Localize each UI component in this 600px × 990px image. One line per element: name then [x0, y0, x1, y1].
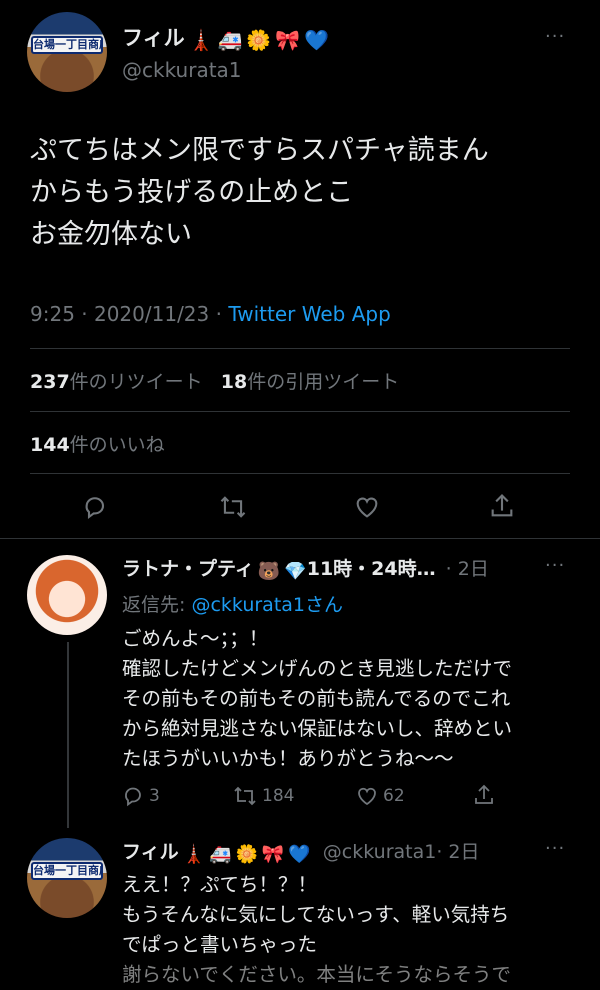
reply-icon[interactable]: [82, 493, 110, 521]
avatar-sign: 台場一丁目商店街: [31, 36, 103, 54]
reply-text-line: ごめんよ～；；！: [122, 627, 269, 650]
tweet-text: ぷてちはメン限ですらスパチャ読まん からもう投げるの止めとこ お金勿体ない: [30, 130, 489, 256]
reply-time[interactable]: · 2日: [436, 841, 479, 863]
reply-text-line: でぱっと書いちゃった: [122, 933, 318, 956]
tower-emoji-icon: 🗼: [188, 28, 214, 52]
display-name[interactable]: フィル: [122, 26, 185, 50]
avatar[interactable]: 台場一丁目商店街: [27, 12, 107, 92]
author-name-row[interactable]: フィル 🗼 🚑 🌼 🎀 💙: [122, 22, 329, 52]
tweet-stats: 237件のリツイート 18件の引用ツイート: [30, 367, 399, 394]
reply-to-suffix: さん: [305, 594, 344, 616]
ambulance-emoji-icon: 🚑: [209, 844, 232, 865]
retweet-count: 184: [262, 786, 295, 806]
tweet-source-link[interactable]: Twitter Web App: [228, 302, 390, 326]
retweets-stat[interactable]: 237件のリツイート: [30, 371, 203, 393]
bear-emoji-icon: 🐻: [257, 561, 281, 582]
user-handle[interactable]: @ckkurata1: [323, 841, 437, 863]
more-options-icon[interactable]: ···: [545, 555, 565, 576]
ribbon-emoji-icon: 🎀: [275, 28, 301, 52]
reply-text: ごめんよ～；；！ 確認したけどメンげんのとき見逃しただけで その前もその前もその…: [122, 624, 512, 774]
retweets-label: 件のリツイート: [69, 371, 203, 393]
ambulance-emoji-icon: 🚑: [217, 28, 243, 52]
tweet-text-line: からもう投げるの止めとこ: [30, 177, 354, 208]
display-name[interactable]: ラトナ・プティ: [122, 558, 254, 580]
tweet-text-line: お金勿体ない: [30, 219, 192, 250]
likes-label: 件のいいね: [69, 434, 165, 456]
gem-emoji-icon: 💎: [284, 561, 307, 582]
divider: [30, 473, 570, 474]
retweet-icon[interactable]: [232, 784, 258, 808]
more-options-icon[interactable]: ···: [545, 26, 565, 47]
more-options-icon[interactable]: ···: [545, 838, 565, 859]
display-name-tail: 11時・24時…: [306, 558, 436, 580]
reply-count: 3: [149, 786, 160, 806]
reply-time[interactable]: · 2日: [446, 558, 489, 580]
divider: [30, 348, 570, 349]
like-count: 62: [383, 786, 405, 806]
reply-text-line: 確認したけどメンげんのとき見逃しただけで: [122, 657, 513, 680]
tweet-meta: 9:25 · 2020/11/23 · Twitter Web App: [30, 302, 391, 326]
likes-count: 144: [30, 434, 70, 456]
tweet-timestamp[interactable]: 9:25 · 2020/11/23 ·: [30, 302, 228, 326]
quotes-stat[interactable]: 18件の引用ツイート: [221, 371, 399, 393]
reply-text-line: その前もその前もその前も読んでるのでこれ: [122, 687, 511, 710]
quotes-label: 件の引用ツイート: [247, 371, 400, 393]
divider: [30, 411, 570, 412]
reply-to-handle-link[interactable]: @ckkurata1: [191, 594, 305, 616]
tower-emoji-icon: 🗼: [182, 844, 206, 865]
blue-heart-emoji-icon: 💙: [288, 844, 311, 865]
ribbon-emoji-icon: 🎀: [261, 844, 285, 865]
avatar[interactable]: 台場一丁目商店街: [27, 838, 107, 918]
blue-heart-emoji-icon: 💙: [304, 28, 330, 52]
share-icon[interactable]: [488, 492, 516, 520]
like-icon[interactable]: [353, 493, 381, 521]
flower-emoji-icon: 🌼: [235, 844, 258, 865]
section-divider: [0, 538, 600, 539]
reply-text-line: ええ！？ぷてち！？！: [122, 873, 318, 896]
flower-emoji-icon: 🌼: [246, 28, 272, 52]
reply-to-prefix: 返信先:: [122, 594, 192, 616]
retweet-icon[interactable]: [218, 493, 248, 521]
thread-line: [67, 642, 69, 828]
author-name-row[interactable]: ラトナ・プティ 🐻 💎11時・24時… · 2日: [122, 554, 489, 582]
reply-text: ええ！？ぷてち！？！ もうそんなに気にしてないっす、軽い気持ち でぱっと書いちゃ…: [122, 870, 511, 990]
retweets-count: 237: [30, 371, 70, 393]
reply-text-line: たほうがいいかも！ありがとうね～～: [122, 747, 454, 770]
avatar[interactable]: [27, 555, 107, 635]
like-icon[interactable]: [355, 784, 379, 808]
author-name-row[interactable]: フィル 🗼 🚑 🌼 🎀 💙 @ckkurata1· 2日: [122, 837, 480, 865]
likes-stat[interactable]: 144件のいいね: [30, 430, 165, 457]
tweet-text-line: ぷてちはメン限ですらスパチャ読まん: [30, 135, 489, 166]
reply-icon[interactable]: [122, 784, 146, 808]
reply-to-line: 返信先: @ckkurata1さん: [122, 590, 343, 617]
quotes-count: 18: [220, 371, 248, 393]
share-icon[interactable]: [472, 783, 496, 807]
avatar-sign: 台場一丁目商店街: [31, 862, 103, 880]
reply-text-line: もうそんなに気にしてないっす、軽い気持ち: [122, 903, 510, 926]
user-handle[interactable]: @ckkurata1: [122, 58, 242, 82]
display-name[interactable]: フィル: [122, 841, 179, 863]
reply-text-line: から絶対見逃さない保証はないし、辞めとい: [122, 717, 513, 740]
reply-text-line: 謝らないでください。本当にそうならそうで: [122, 963, 512, 986]
